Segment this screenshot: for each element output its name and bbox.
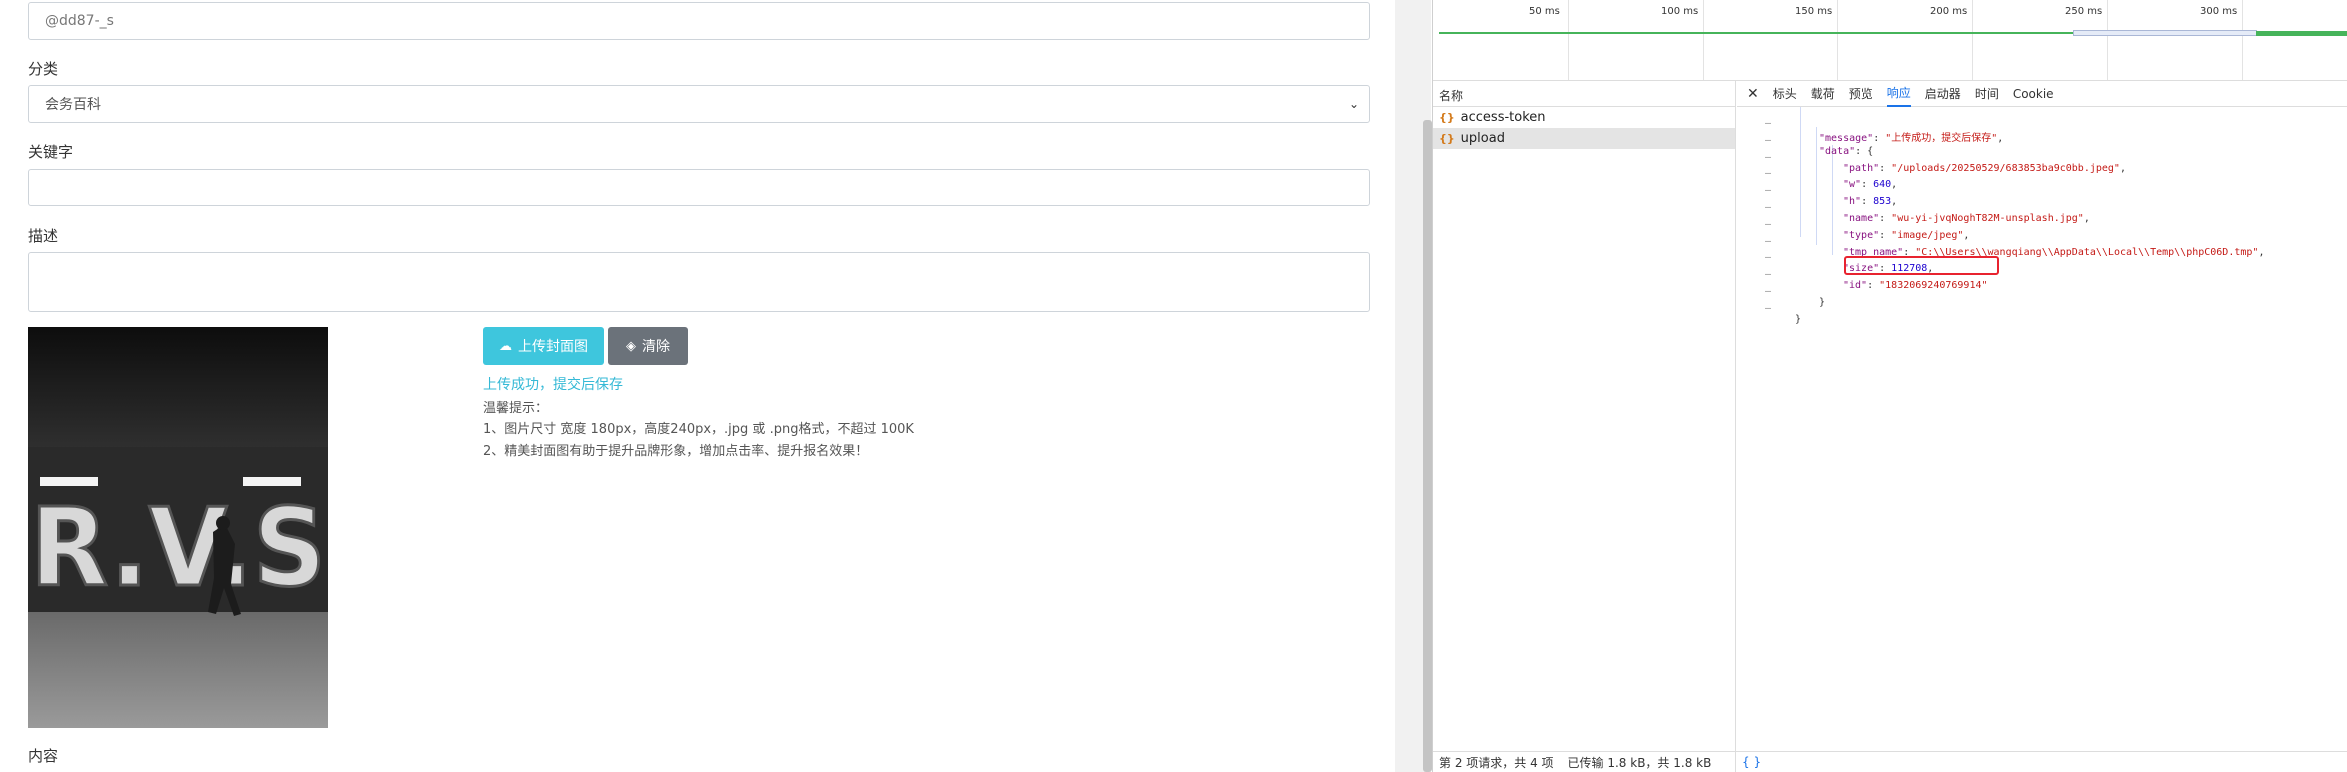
json-icon: {} — [1439, 111, 1455, 124]
response-line: – "type": "image/jpeg", — [1765, 218, 1970, 241]
request-name: access-token — [1460, 110, 1546, 125]
cover-image-preview: R.V.S — [28, 327, 328, 728]
response-line: – "path": "/uploads/20250529/683853ba9c0… — [1765, 151, 2126, 174]
request-list-header[interactable]: 名称 — [1433, 81, 1735, 107]
status-request-count: 第 2 项请求，共 4 项 — [1439, 755, 1554, 770]
tab-payload[interactable]: 载荷 — [1811, 81, 1835, 107]
cloud-upload-icon: ☁ — [499, 338, 512, 354]
description-label: 描述 — [28, 227, 59, 245]
timeline-gridline — [1972, 0, 1973, 80]
timeline-gridline — [1703, 0, 1704, 80]
timeline-tick-label: 100 ms — [1661, 6, 1699, 17]
timeline-tick-label: 300 ms — [2200, 6, 2238, 17]
tab-headers[interactable]: 标头 — [1773, 81, 1797, 107]
timeline-tick-label: 200 ms — [1930, 6, 1968, 17]
timeline-gridline — [1568, 0, 1569, 80]
keywords-input[interactable] — [28, 169, 1370, 206]
response-line: – "w": 640, — [1765, 168, 1898, 191]
timeline-tick-label: 150 ms — [1795, 6, 1833, 17]
eraser-icon: ◈ — [626, 338, 636, 354]
category-label: 分类 — [28, 60, 59, 78]
response-body: – "message": "上传成功，提交后保存", – "data": { –… — [1737, 107, 2347, 325]
response-line: – "data": { — [1765, 134, 1874, 157]
tab-initiator[interactable]: 启动器 — [1925, 81, 1961, 107]
category-selected: 会务百科 — [45, 97, 101, 113]
chevron-down-icon: ⌄ — [1348, 97, 1359, 111]
detail-tabbar: ✕ 标头 载荷 预览 响应 启动器 时间 Cookie — [1737, 81, 2347, 107]
timeline-request-bar — [1439, 32, 2079, 34]
response-line: – "message": "上传成功，提交后保存", — [1765, 118, 2004, 144]
username-value: @dd87-_s — [45, 13, 114, 29]
response-line: – "h": 853, — [1765, 185, 1898, 208]
timeline-gridline — [2107, 0, 2108, 80]
request-list: 名称 {} access-token {} upload — [1433, 81, 1736, 751]
timeline-request-bar — [2256, 31, 2347, 36]
status-transferred: 已传输 1.8 kB，共 1.8 kB — [1567, 755, 1712, 770]
tab-cookies[interactable]: Cookie — [2013, 81, 2054, 107]
timeline-gridline — [2242, 0, 2243, 80]
content-label: 内容 — [28, 747, 59, 765]
clear-cover-button[interactable]: ◈ 清除 — [608, 327, 688, 365]
request-detail: ✕ 标头 载荷 预览 响应 启动器 时间 Cookie – "message":… — [1737, 81, 2347, 751]
network-statusbar: 第 2 项请求，共 4 项 已传输 1.8 kB，共 1.8 kB { } — [1433, 751, 2347, 772]
timeline-tick-label: 50 ms — [1529, 6, 1560, 17]
tab-timing[interactable]: 时间 — [1975, 81, 1999, 107]
upload-cover-button[interactable]: ☁ 上传封面图 — [483, 327, 604, 365]
tip-branding: 2、精美封面图有助于提升品牌形象，增加点击率、提升报名效果！ — [483, 444, 869, 459]
pretty-print-icon[interactable]: { } — [1736, 755, 1761, 769]
username-input[interactable]: @dd87-_s — [28, 2, 1370, 40]
keywords-label: 关键字 — [28, 143, 74, 161]
request-row-access-token[interactable]: {} access-token — [1433, 107, 1735, 128]
json-icon: {} — [1439, 132, 1455, 145]
request-name: upload — [1460, 131, 1505, 146]
response-line: – } — [1765, 285, 1826, 308]
response-line: – } — [1765, 302, 1802, 325]
timeline-gridline — [1837, 0, 1838, 80]
timeline-selection[interactable] — [2073, 30, 2257, 36]
event-edit-form: @dd87-_s 分类 会务百科 ⌄ 关键字 描述 R.V.S ☁ 上传封面图 … — [0, 0, 1395, 772]
devtools-network-panel: 50 ms 100 ms 150 ms 200 ms 250 ms 300 ms… — [1432, 0, 2347, 772]
tip-size: 1、图片尺寸 宽度 180px，高度240px，.jpg 或 .png格式，不超… — [483, 422, 914, 437]
upload-cover-label: 上传封面图 — [518, 339, 588, 355]
response-line-id: – "id": "1832069240769914" — [1765, 269, 1988, 292]
tips-title: 温馨提示： — [483, 401, 549, 416]
network-timeline[interactable]: 50 ms 100 ms 150 ms 200 ms 250 ms 300 ms — [1433, 0, 2347, 81]
response-line: – "name": "wu-yi-jvqNoghT82M-unsplash.jp… — [1765, 201, 2090, 224]
tab-preview[interactable]: 预览 — [1849, 81, 1873, 107]
category-select[interactable]: 会务百科 ⌄ — [28, 85, 1370, 123]
upload-success-message: 上传成功，提交后保存 — [483, 377, 623, 393]
cover-graffiti-text: R.V.S — [30, 486, 326, 611]
response-line: – "tmp_name": "C:\\Users\\wangqiang\\App… — [1765, 235, 2265, 258]
description-textarea[interactable] — [28, 252, 1370, 312]
close-icon[interactable]: ✕ — [1747, 86, 1759, 102]
request-row-upload[interactable]: {} upload — [1433, 128, 1735, 149]
clear-cover-label: 清除 — [642, 339, 670, 355]
timeline-tick-label: 250 ms — [2065, 6, 2103, 17]
highlight-annotation-box — [1844, 256, 1999, 275]
tab-response[interactable]: 响应 — [1886, 81, 1911, 107]
page-scrollbar-thumb[interactable] — [1423, 120, 1432, 772]
response-line: – "size": 112708, — [1765, 252, 1934, 275]
